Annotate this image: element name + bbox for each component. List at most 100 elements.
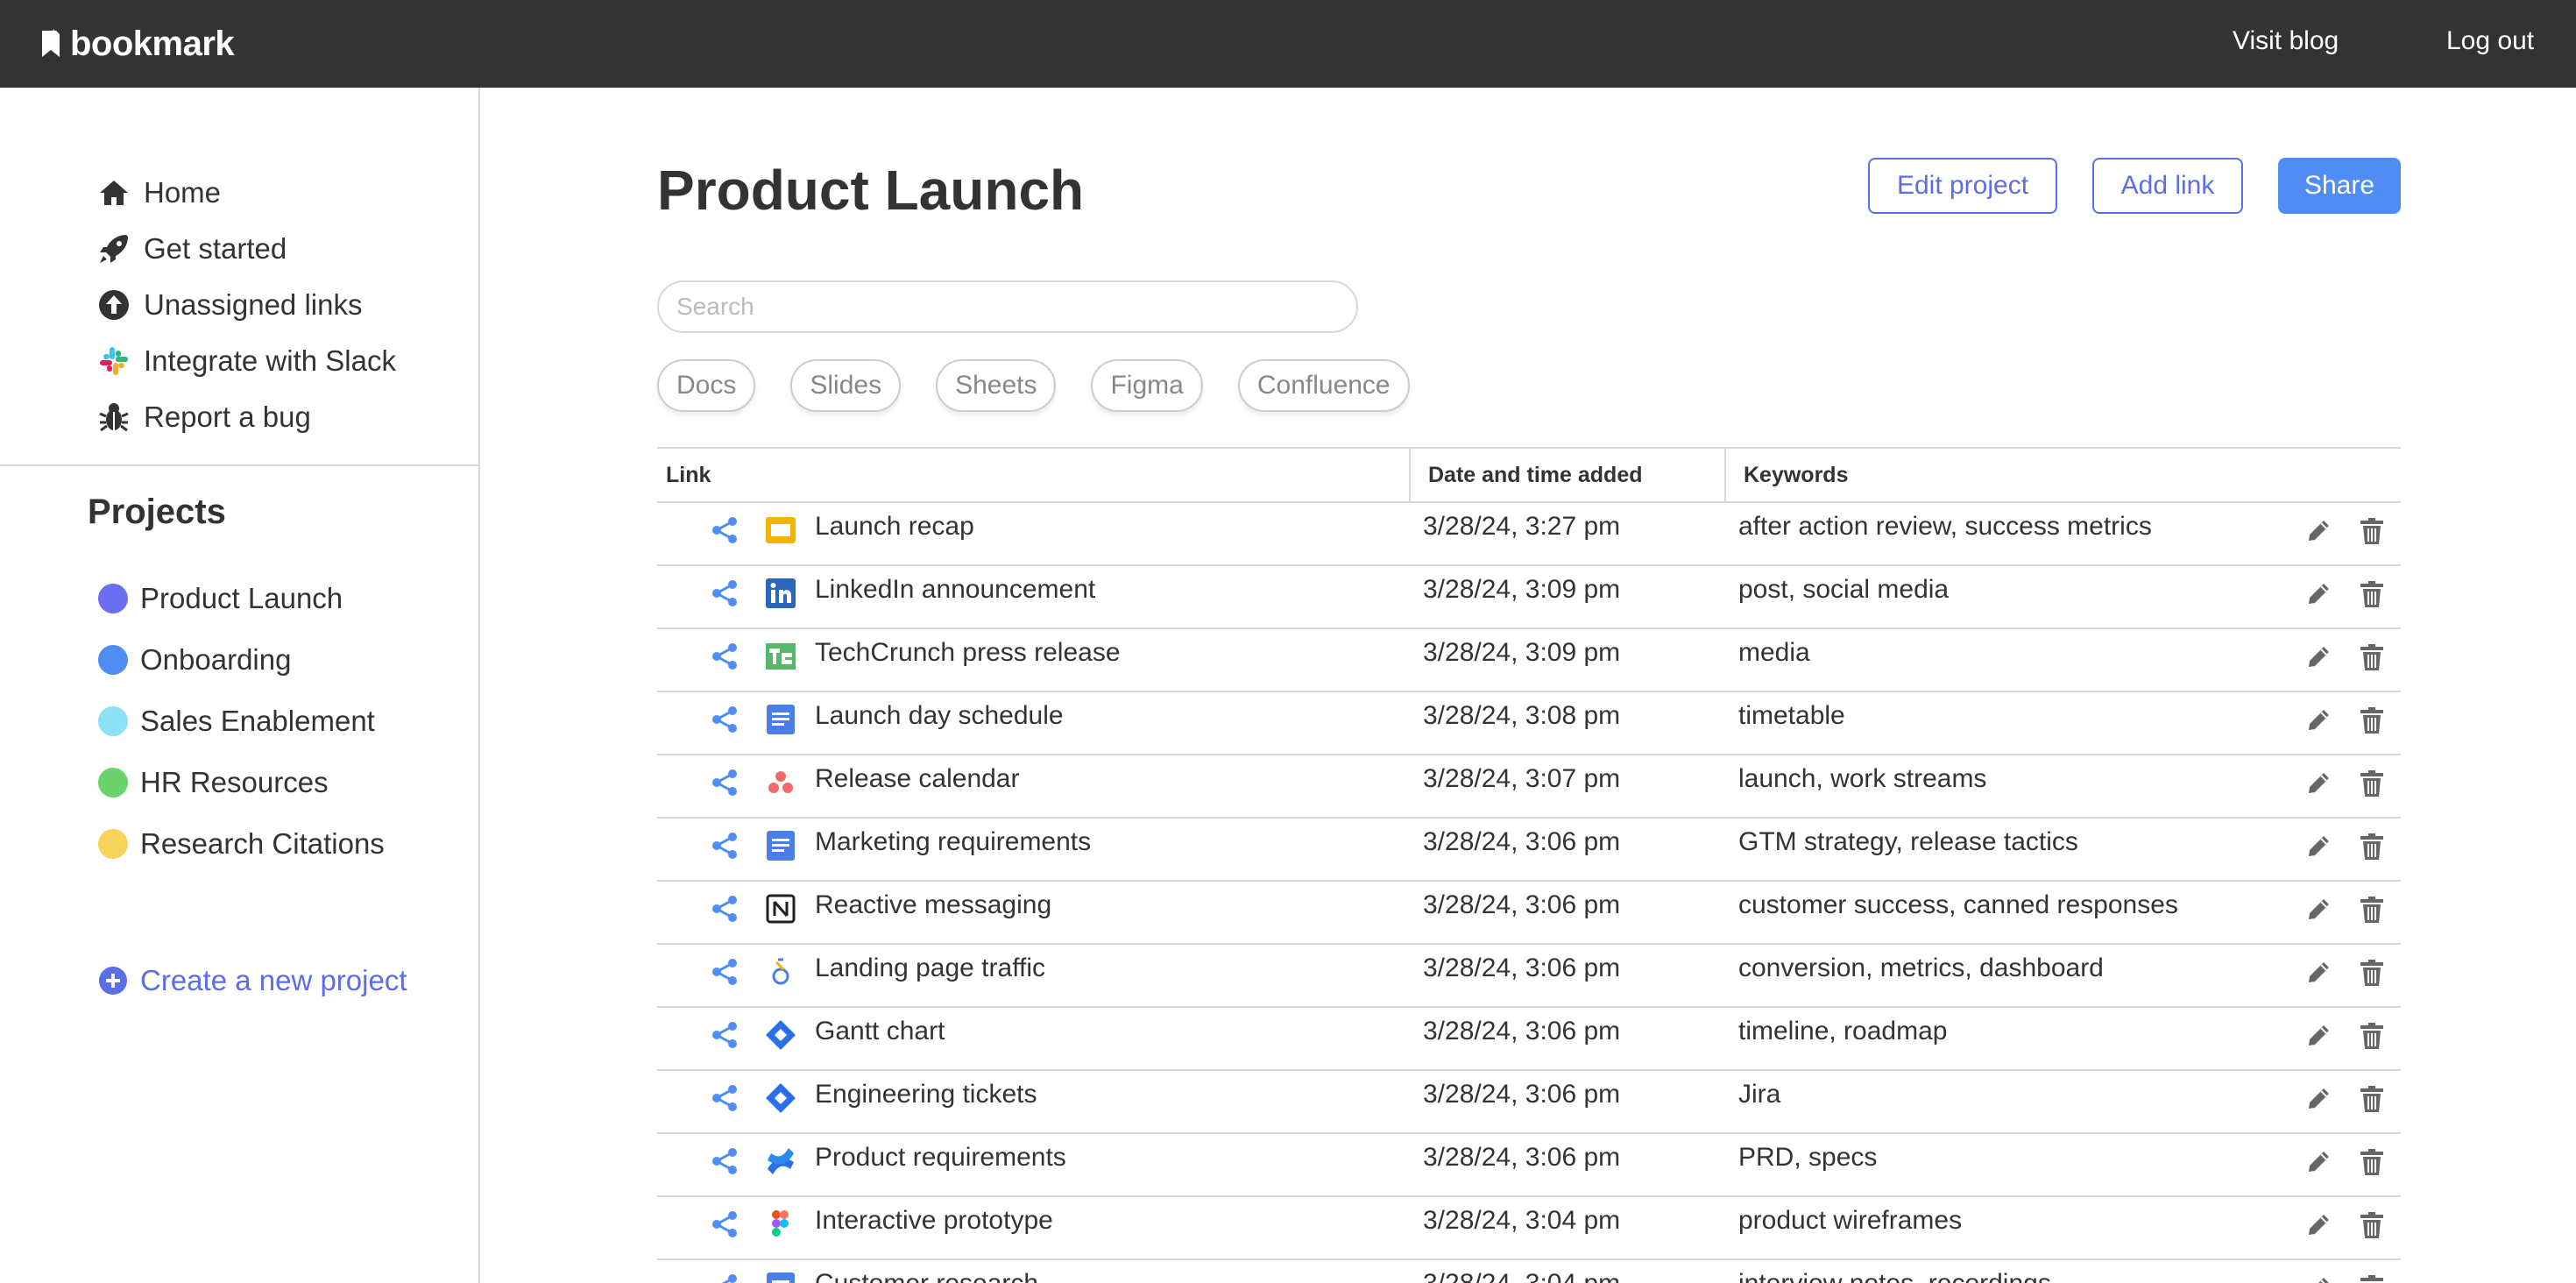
keywords: PRD, specs [1738,1143,1878,1172]
link-title[interactable]: Interactive prototype [815,1206,1053,1236]
share-icon[interactable] [710,1209,740,1239]
add-link-button[interactable]: Add link [2092,158,2243,214]
trash-icon[interactable] [2359,1022,2385,1050]
link-title[interactable]: Marketing requirements [815,827,1091,857]
logo[interactable]: bookmark [40,23,235,65]
link-title[interactable]: TechCrunch press release [815,638,1121,668]
link-title[interactable]: Launch day schedule [815,701,1064,731]
trash-icon[interactable] [2359,1211,2385,1239]
filter-chip-docs[interactable]: Docs [657,359,756,412]
link-title[interactable]: LinkedIn announcement [815,575,1095,605]
column-header-date[interactable]: Date and time added [1411,449,1726,501]
sidebar-item-label: Integrate with Slack [144,344,396,377]
link-title[interactable]: Customer research [815,1269,1038,1283]
table-row[interactable]: Marketing requirements 3/28/24, 3:06 pm GT… [657,819,2401,882]
table-row[interactable]: Customer research 3/28/24, 3:04 pm intervi… [657,1260,2401,1283]
edit-icon[interactable] [2304,1085,2332,1113]
trash-icon[interactable] [2359,769,2385,797]
trash-icon[interactable] [2359,1274,2385,1283]
link-title[interactable]: Landing page traffic [815,953,1045,983]
trash-icon[interactable] [2359,833,2385,861]
edit-project-button[interactable]: Edit project [1868,158,2057,214]
sidebar-item-integrate-slack[interactable]: Integrate with Slack [96,333,396,389]
table-row[interactable]: Release calendar 3/28/24, 3:07 pm launch, … [657,755,2401,819]
share-icon[interactable] [710,957,740,987]
share-icon[interactable] [710,515,740,545]
share-icon[interactable] [710,705,740,734]
sidebar-item-home[interactable]: Home [96,165,396,221]
edit-icon[interactable] [2304,959,2332,987]
filter-chip-slides[interactable]: Slides [790,359,902,412]
sidebar-item-get-started[interactable]: Get started [96,221,396,277]
create-project-link[interactable]: Create a new project [98,964,407,997]
table-row[interactable]: Launch recap 3/28/24, 3:27 pm after action… [657,503,2401,566]
edit-icon[interactable] [2304,706,2332,734]
date-added: 3/28/24, 3:09 pm [1423,575,1621,604]
keywords: customer success, canned responses [1738,890,2178,919]
project-item-product-launch[interactable]: Product Launch [98,568,385,629]
table-row[interactable]: Engineering tickets 3/28/24, 3:06 pm Jira [657,1071,2401,1134]
share-icon[interactable] [710,768,740,797]
table-row[interactable]: Product requirements 3/28/24, 3:06 pm PRD,… [657,1134,2401,1197]
trash-icon[interactable] [2359,517,2385,545]
table-row[interactable]: Launch day schedule 3/28/24, 3:08 pm timet… [657,692,2401,755]
share-button[interactable]: Share [2278,158,2401,214]
project-color-dot [98,645,128,675]
project-item-sales-enablement[interactable]: Sales Enablement [98,691,385,752]
column-header-keywords[interactable]: Keywords [1726,449,1848,501]
log-out-link[interactable]: Log out [2446,26,2534,56]
table-row[interactable]: TechCrunch press release 3/28/24, 3:09 pm… [657,629,2401,692]
table-row[interactable]: Gantt chart 3/28/24, 3:06 pm timeline, roa… [657,1008,2401,1071]
link-title[interactable]: Engineering tickets [815,1080,1037,1109]
edit-icon[interactable] [2304,896,2332,924]
table-row[interactable]: LinkedIn announcement 3/28/24, 3:09 pm pos… [657,566,2401,629]
share-icon[interactable] [710,642,740,671]
filter-chip-confluence[interactable]: Confluence [1237,359,1410,412]
link-title[interactable]: Release calendar [815,764,1019,794]
edit-icon[interactable] [2304,1022,2332,1050]
edit-icon[interactable] [2304,580,2332,608]
share-icon[interactable] [710,894,740,924]
project-color-dot [98,706,128,736]
link-title[interactable]: Reactive messaging [815,890,1051,920]
sidebar-item-report-bug[interactable]: Report a bug [96,389,396,445]
search-input[interactable] [657,280,1358,333]
trash-icon[interactable] [2359,643,2385,671]
trash-icon[interactable] [2359,706,2385,734]
edit-icon[interactable] [2304,769,2332,797]
filter-chip-figma[interactable]: Figma [1091,359,1203,412]
edit-icon[interactable] [2304,1274,2332,1283]
filter-chip-sheets[interactable]: Sheets [936,359,1057,412]
share-icon[interactable] [710,1146,740,1176]
edit-icon[interactable] [2304,1148,2332,1176]
project-item-hr-resources[interactable]: HR Resources [98,752,385,813]
table-row[interactable]: Interactive prototype 3/28/24, 3:04 pm pro… [657,1197,2401,1260]
project-item-onboarding[interactable]: Onboarding [98,629,385,691]
share-icon[interactable] [710,1083,740,1113]
date-added: 3/28/24, 3:04 pm [1423,1206,1621,1235]
trash-icon[interactable] [2359,580,2385,608]
link-title[interactable]: Gantt chart [815,1017,945,1046]
column-header-link[interactable]: Link [657,449,1411,501]
keywords: product wireframes [1738,1206,1963,1235]
link-title[interactable]: Launch recap [815,512,974,542]
project-item-research-citations[interactable]: Research Citations [98,813,385,875]
sidebar-item-label: Report a bug [144,400,311,433]
trash-icon[interactable] [2359,896,2385,924]
edit-icon[interactable] [2304,517,2332,545]
visit-blog-link[interactable]: Visit blog [2233,26,2339,56]
trash-icon[interactable] [2359,1085,2385,1113]
table-row[interactable]: Landing page traffic 3/28/24, 3:06 pm conv… [657,945,2401,1008]
share-icon[interactable] [710,831,740,861]
edit-icon[interactable] [2304,833,2332,861]
link-title[interactable]: Product requirements [815,1143,1066,1173]
trash-icon[interactable] [2359,959,2385,987]
edit-icon[interactable] [2304,643,2332,671]
table-row[interactable]: Reactive messaging 3/28/24, 3:06 pm custom… [657,882,2401,945]
edit-icon[interactable] [2304,1211,2332,1239]
share-icon[interactable] [710,1020,740,1050]
share-icon[interactable] [710,578,740,608]
share-icon[interactable] [710,1272,740,1283]
trash-icon[interactable] [2359,1148,2385,1176]
sidebar-item-unassigned-links[interactable]: Unassigned links [96,277,396,333]
